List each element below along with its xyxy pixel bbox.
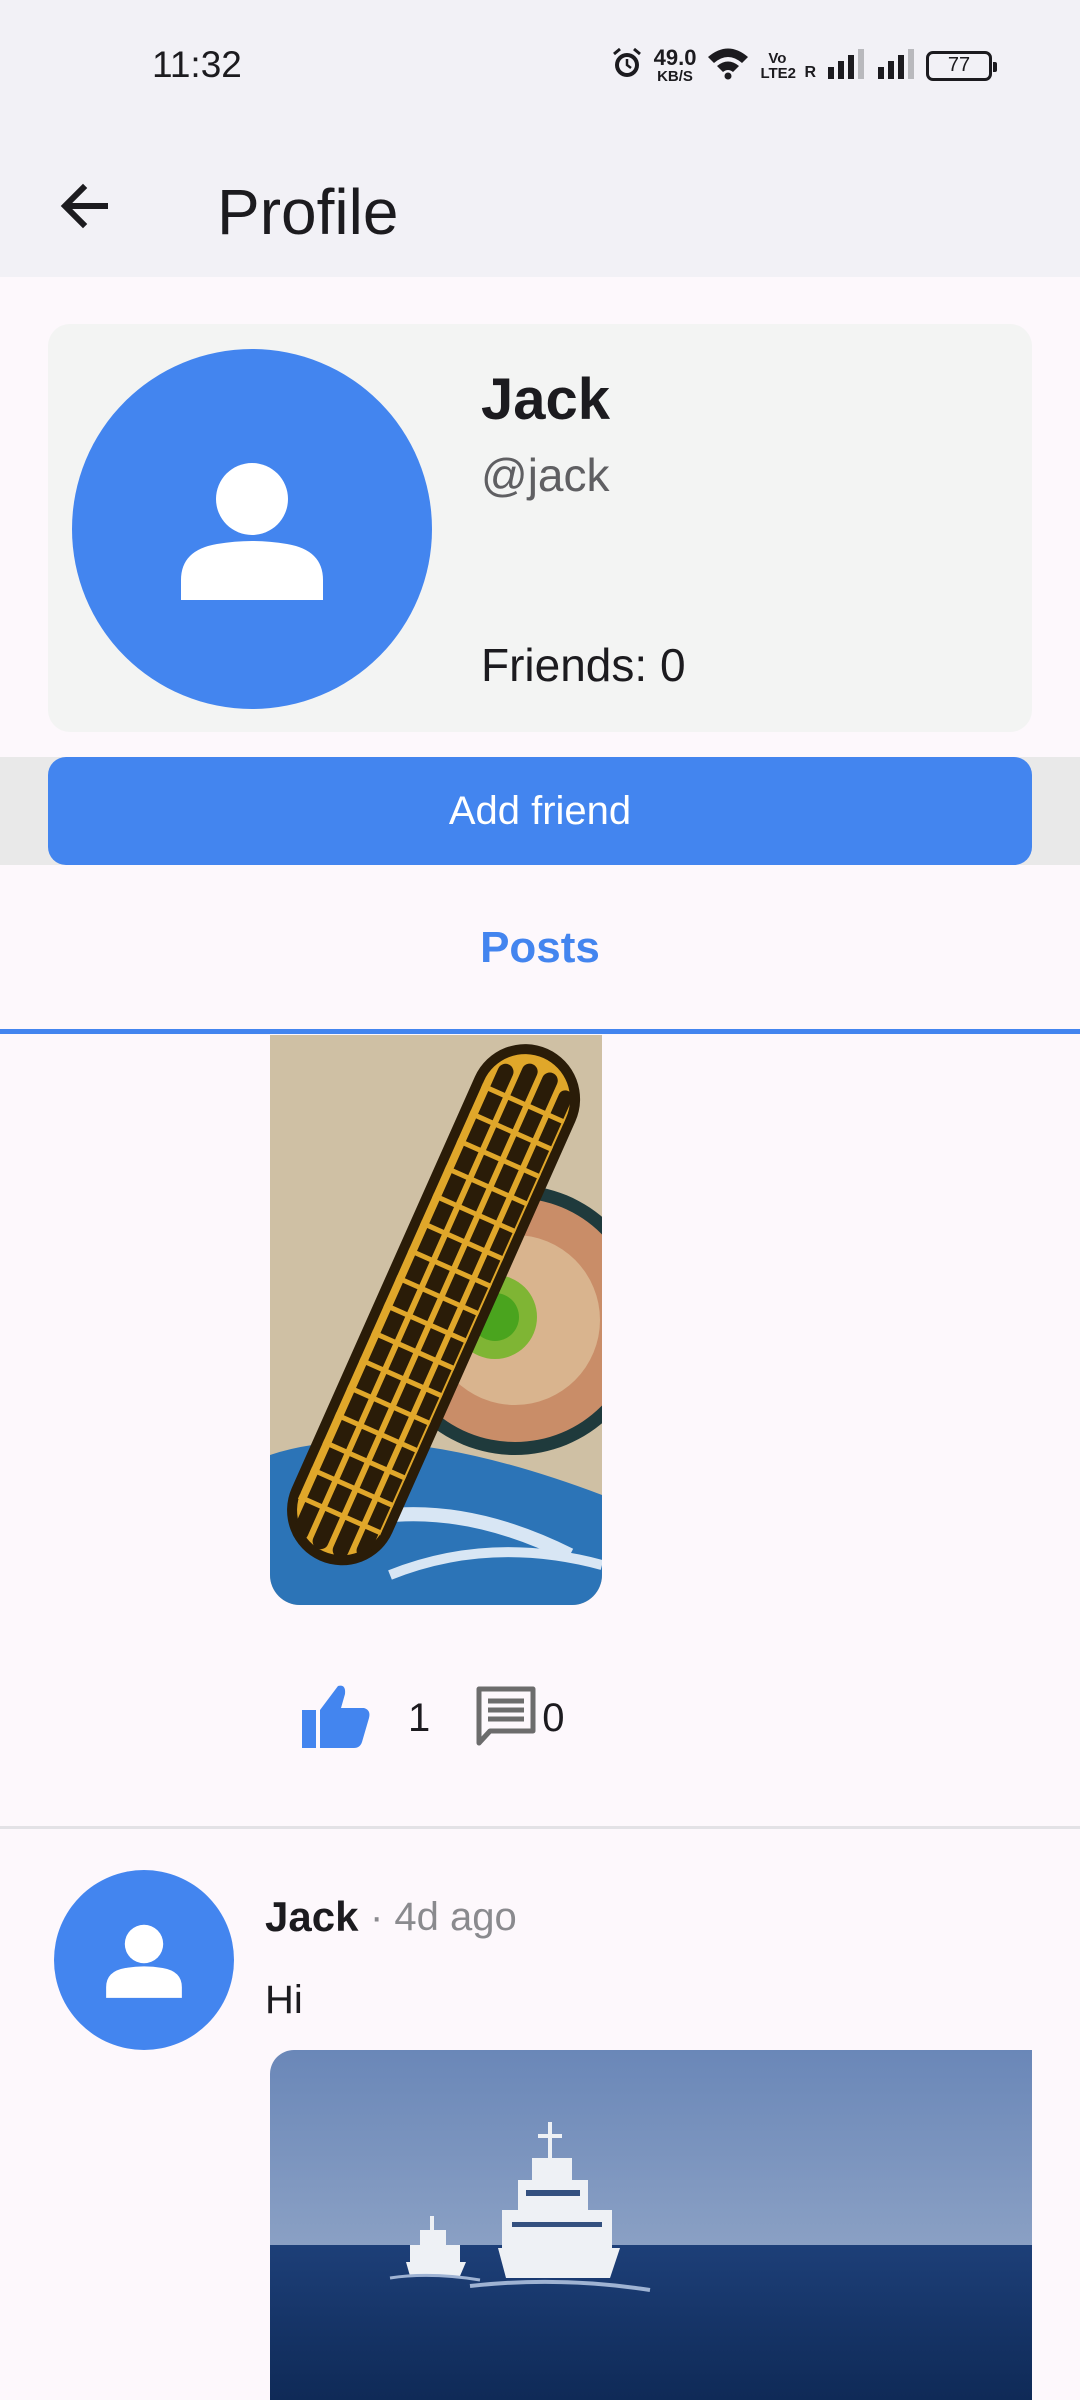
comment-button[interactable]	[474, 1684, 538, 1753]
post-author-avatar[interactable]	[54, 1870, 234, 2050]
profile-name: Jack	[481, 367, 611, 432]
alarm-icon	[610, 46, 644, 85]
wifi-icon	[706, 46, 750, 85]
grilled-corn-image	[270, 1035, 602, 1605]
like-count: 1	[408, 1696, 431, 1740]
tab-indicator	[0, 1029, 1080, 1034]
friends-count: Friends: 0	[481, 639, 686, 691]
person-icon	[106, 1924, 182, 1998]
page-title: Profile	[217, 176, 399, 248]
profile-handle: @jack	[481, 449, 610, 501]
ships-at-sea-image	[270, 2050, 1032, 2400]
tab-posts[interactable]: Posts	[0, 865, 1080, 1030]
battery-tip	[993, 61, 997, 72]
post-timestamp: · 4d ago	[370, 1895, 517, 1939]
add-friend-button[interactable]: Add friend	[48, 757, 1032, 865]
status-icons: 49.0 KB/S Vo LTE2 R 77	[610, 45, 997, 85]
arrow-left-icon	[60, 183, 108, 229]
tab-bar: Posts	[0, 865, 1080, 1035]
profile-card: Jack @jack Friends: 0	[48, 324, 1032, 732]
avatar	[72, 349, 432, 709]
post-author-name[interactable]: Jack	[265, 1893, 358, 1941]
thumbs-up-icon	[302, 1685, 370, 1748]
signal-icon	[876, 47, 916, 84]
signal-icon	[826, 47, 866, 84]
person-icon	[181, 463, 323, 600]
post-text: Hi	[265, 1978, 303, 2022]
volte-icon: Vo LTE2	[760, 49, 796, 82]
battery-icon: 77	[926, 50, 997, 81]
back-button[interactable]	[40, 161, 130, 251]
post-image[interactable]	[270, 1035, 602, 1605]
post-actions: 1 0	[300, 1682, 565, 1755]
roaming-label: R	[804, 63, 816, 81]
post-image[interactable]	[270, 2050, 1032, 2400]
net-speed-unit: KB/S	[657, 68, 693, 85]
comment-icon	[476, 1686, 536, 1746]
status-bar: 11:32 49.0 KB/S Vo LTE2 R 77	[0, 0, 1080, 135]
status-time: 11:32	[152, 44, 242, 85]
like-button[interactable]	[300, 1682, 372, 1755]
net-speed: 49.0 KB/S	[653, 45, 697, 85]
divider	[0, 1826, 1080, 1829]
net-speed-value: 49.0	[653, 45, 697, 70]
battery-level: 77	[947, 54, 971, 76]
comment-count: 0	[542, 1696, 565, 1740]
app-bar: Profile	[0, 135, 1080, 277]
